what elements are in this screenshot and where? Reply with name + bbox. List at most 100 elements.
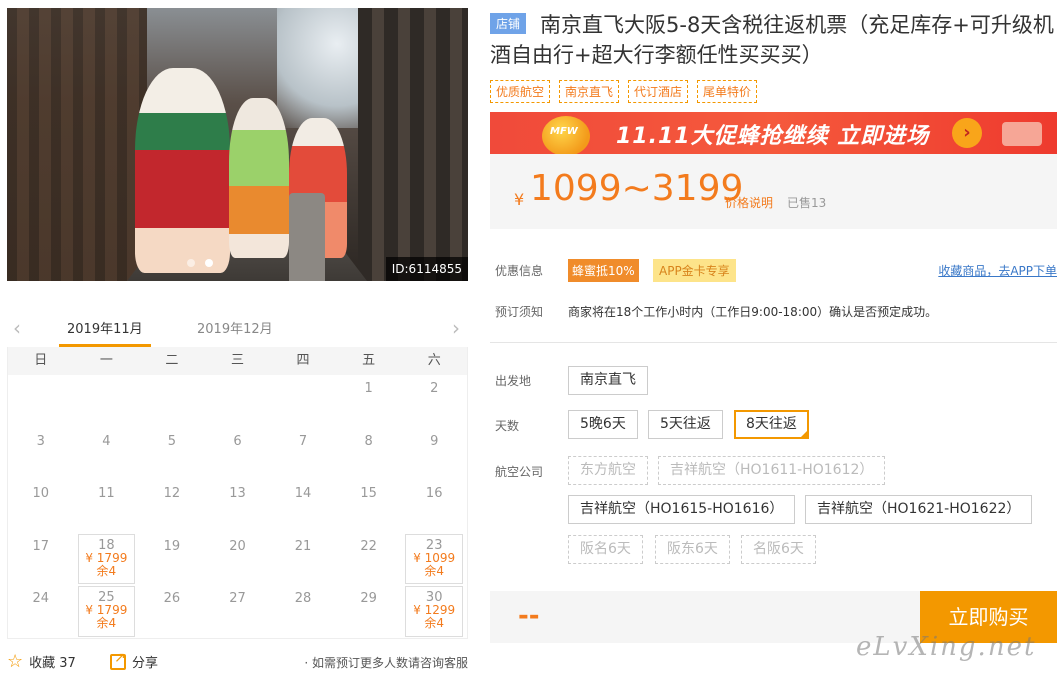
calendar-day: 15 [336, 480, 402, 533]
calendar: 日一二三四五六 1 2 3 4 5 6 7 8 9 10 11 12 13 14 15 16 17 18 ¥ 179… [7, 347, 468, 639]
option-departure[interactable]: 南京直飞 [568, 366, 648, 395]
weekday-label: 四 [296, 353, 310, 368]
calendar-day [270, 375, 336, 428]
day-number: 13 [229, 486, 246, 501]
feature-tags: 优质航空 南京直飞 代订酒店 尾单特价 [490, 80, 758, 103]
calendar-day: 22 [336, 533, 402, 586]
product-header: 店铺 南京直飞大阪5-8天含税往返机票（充足库存+可升级机酒自由行+超大行李额任… [490, 10, 1055, 70]
day-number: 1 [364, 381, 373, 396]
day-number: 3 [36, 433, 45, 449]
day-number: 14 [294, 486, 312, 501]
promo-badge-app: APP金卡专享 [653, 259, 736, 282]
banner-logo-text: MFW [550, 126, 578, 137]
day-number: 5 [167, 433, 177, 449]
calendar-day [74, 375, 140, 428]
days-label: 天数 [495, 419, 520, 433]
weekday-row: 日一二三四五六 [8, 347, 467, 375]
notice-label: 预订须知 [495, 305, 544, 319]
feature-tag: 南京直飞 [559, 80, 620, 103]
feature-tag: 优质航空 [490, 80, 551, 103]
day-number: 23 [425, 537, 443, 553]
calendar-day: 8 [336, 428, 402, 481]
departure-label: 出发地 [495, 374, 532, 388]
calendar-day: 1 [336, 375, 402, 428]
calendar-day: 4 [74, 428, 140, 481]
currency-symbol: ¥ [514, 190, 525, 209]
day-number: 10 [32, 486, 50, 501]
divider [490, 342, 1057, 343]
favorite-button[interactable]: ☆ 收藏 37 [7, 652, 76, 671]
calendar-day [8, 375, 74, 428]
day-price: ¥ 1799 [85, 550, 128, 565]
calendar-day [205, 375, 271, 428]
calendar-day-available[interactable]: 23 ¥ 1099 余4 [405, 533, 463, 584]
calendar-day: 24 [8, 585, 74, 638]
carousel-dot[interactable] [187, 259, 195, 267]
option-days[interactable]: 5天往返 [648, 410, 723, 439]
calendar-day: 28 [270, 585, 336, 638]
calendar-day-available[interactable]: 18 ¥ 1799 余4 [77, 533, 136, 584]
share-icon [110, 650, 126, 670]
share-button[interactable]: 分享 [110, 650, 158, 671]
tab-month-current[interactable]: 2019年11月 [59, 318, 151, 347]
option-airline-disabled[interactable]: 吉祥航空（HO1611-HO1612） [658, 456, 886, 485]
photo-wall-left [7, 8, 147, 281]
tab-month-next[interactable]: 2019年12月 [197, 318, 273, 337]
option-route-disabled[interactable]: 名阪6天 [741, 535, 816, 564]
shop-tag[interactable]: 店铺 [490, 13, 527, 34]
calendar-day: 17 [8, 533, 74, 586]
option-airline-disabled[interactable]: 东方航空 [568, 456, 648, 485]
option-days-selected[interactable]: 8天往返 [734, 410, 809, 439]
option-route-disabled[interactable]: 阪名6天 [568, 535, 643, 564]
promo-label: 优惠信息 [495, 264, 544, 278]
option-route-disabled[interactable]: 阪东6天 [655, 535, 730, 564]
notice-text: 商家将在18个工作小时内（工作日9:00-18:00）确认是否预定成功。 [568, 305, 938, 319]
carousel-dots [187, 259, 213, 267]
option-airline[interactable]: 吉祥航空（HO1615-HO1616） [568, 495, 796, 524]
calendar-day: 16 [401, 480, 467, 533]
calendar-day: 29 [336, 585, 402, 638]
promo-banner[interactable]: MFW 11.11大促蜂抢继续 立即进场 › [490, 112, 1057, 154]
calendar-day-available[interactable]: 25 ¥ 1799 余4 [77, 586, 136, 637]
calendar-day: 19 [139, 533, 205, 586]
day-number: 20 [229, 538, 246, 554]
day-number: 27 [229, 591, 246, 606]
day-number: 16 [425, 486, 443, 501]
weekday-label: 日 [34, 353, 48, 368]
day-number: 26 [163, 591, 181, 606]
weekday-label: 一 [99, 353, 113, 368]
option-days[interactable]: 5晚6天 [568, 410, 638, 439]
day-number: 22 [360, 538, 377, 554]
promo-badge-honey: 蜂蜜抵10% [568, 259, 639, 282]
day-number: 29 [360, 591, 377, 606]
airline-label: 航空公司 [495, 465, 544, 479]
weekday-label: 六 [427, 353, 441, 368]
star-icon: ☆ [7, 650, 24, 672]
arrow-right-icon[interactable]: › [952, 118, 982, 148]
banner-logo: MFW [542, 116, 590, 154]
calendar-day-available[interactable]: 30 ¥ 1299 余4 [405, 586, 463, 637]
product-photo[interactable]: ID:6114855 [7, 8, 468, 281]
weekday-label: 二 [165, 353, 179, 368]
option-airline[interactable]: 吉祥航空（HO1621-HO1622） [805, 495, 1033, 524]
action-bar: ☆ 收藏 37 分享 · 如需预订更多人数请咨询客服 [7, 650, 468, 672]
calendar-day: 5 [139, 428, 205, 481]
calendar-day: 14 [270, 480, 336, 533]
feature-tag: 代订酒店 [628, 80, 689, 103]
price-explain-link[interactable]: 价格说明 [725, 194, 773, 211]
chevron-left-icon[interactable]: ‹ [13, 316, 21, 340]
weekday-label: 五 [362, 353, 376, 368]
chevron-right-icon[interactable]: › [452, 316, 460, 340]
watermark: eLvXing.net [856, 632, 1037, 662]
gift-icon [1002, 122, 1042, 146]
day-number: 4 [102, 433, 111, 449]
calendar-day: 10 [8, 480, 74, 533]
feature-tag: 尾单特价 [697, 80, 758, 103]
day-number: 15 [360, 486, 377, 501]
favorite-app-link[interactable]: 收藏商品，去APP下单 [938, 262, 1057, 279]
price-range: 1099~3199 [530, 168, 744, 209]
day-stock: 余4 [424, 563, 445, 578]
carousel-dot-active[interactable] [205, 259, 213, 267]
favorite-label: 收藏 37 [29, 656, 76, 671]
day-number: 21 [294, 538, 312, 554]
